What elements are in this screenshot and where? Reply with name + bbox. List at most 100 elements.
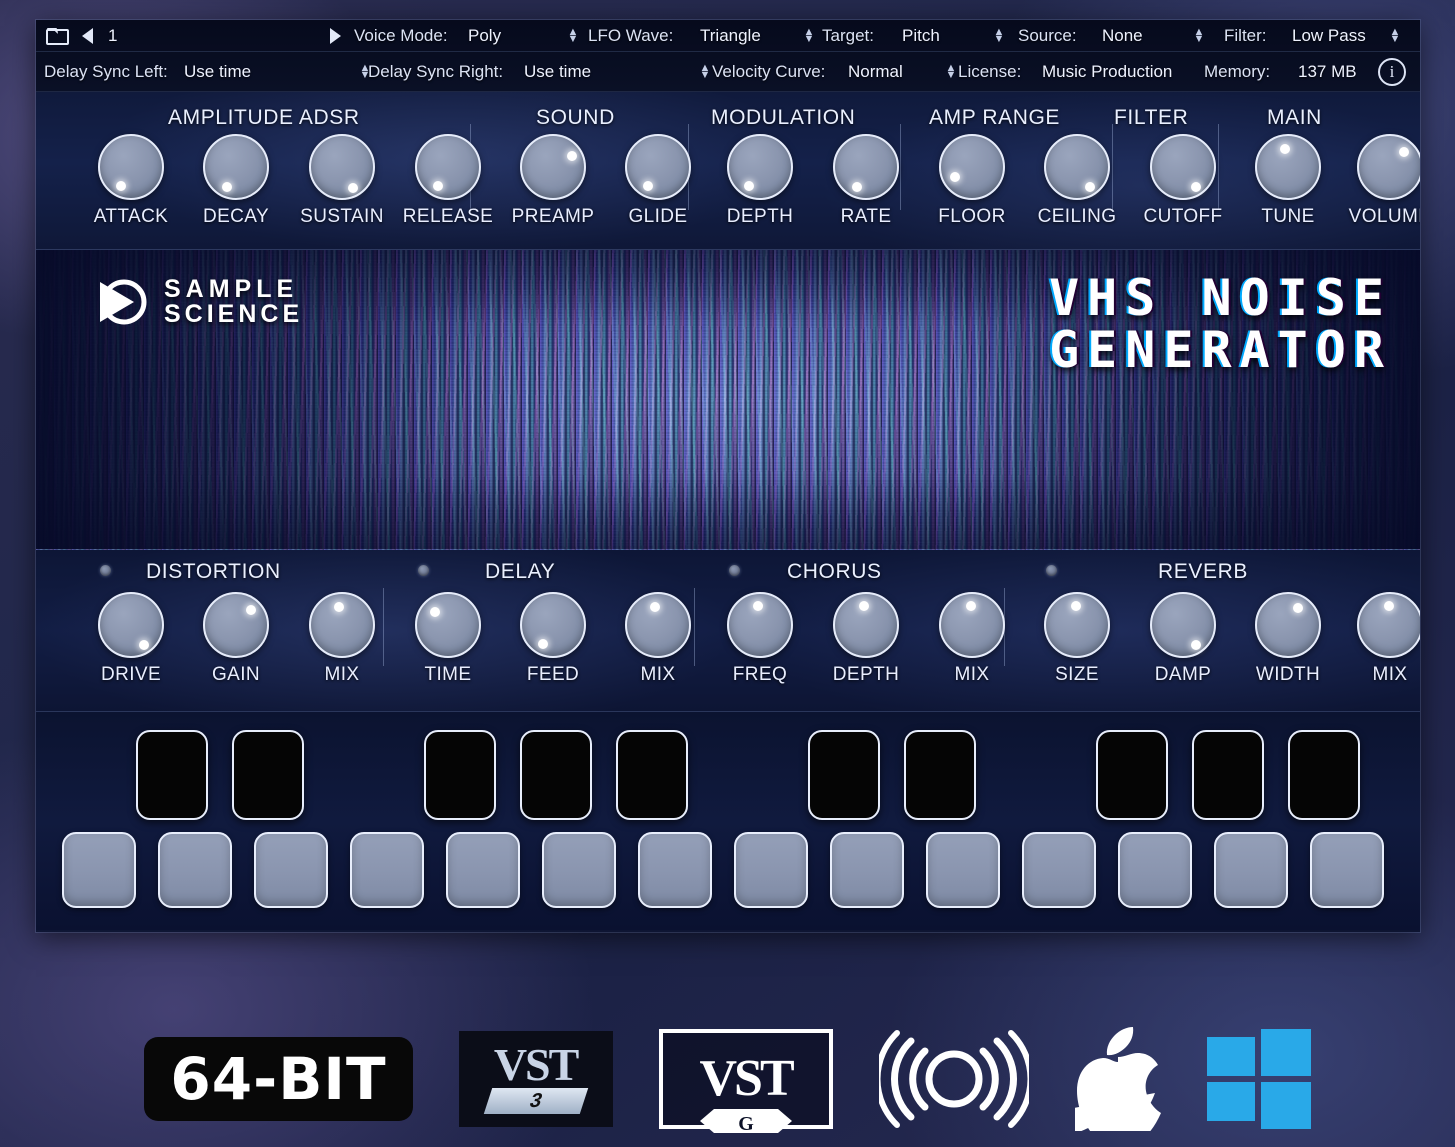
black-key[interactable] [1192, 730, 1264, 820]
knob-release-3[interactable]: RELEASE [403, 134, 493, 227]
knob-ceiling-9[interactable]: CEILING [1038, 134, 1116, 227]
filter-value[interactable]: Low Pass [1292, 26, 1366, 46]
chorus-enable-led[interactable] [729, 565, 740, 576]
black-key[interactable] [1096, 730, 1168, 820]
black-key[interactable] [808, 730, 880, 820]
delay-sync-right-spinner[interactable]: ▲ ▼ [698, 62, 712, 80]
knob-dial[interactable] [1357, 134, 1420, 200]
knob-dial[interactable] [98, 134, 164, 200]
knob-decay-1[interactable]: DECAY [203, 134, 269, 227]
velocity-curve-value[interactable]: Normal [848, 62, 903, 82]
knob-dial[interactable] [203, 134, 269, 200]
fx-knob-mix-8[interactable]: MIX [939, 592, 1005, 685]
black-key[interactable] [232, 730, 304, 820]
white-key[interactable] [926, 832, 1000, 908]
velocity-curve-spinner[interactable]: ▲ ▼ [944, 62, 958, 80]
white-key[interactable] [254, 832, 328, 908]
knob-dial[interactable] [727, 134, 793, 200]
knob-dial[interactable] [520, 134, 586, 200]
info-icon[interactable]: i [1378, 57, 1406, 86]
fx-knob-feed-4[interactable]: FEED [520, 592, 586, 685]
knob-dial[interactable] [520, 592, 586, 658]
knob-dial[interactable] [833, 134, 899, 200]
knob-dial[interactable] [415, 592, 481, 658]
fx-knob-damp-10[interactable]: DAMP [1150, 592, 1216, 685]
knob-preamp-4[interactable]: PREAMP [512, 134, 594, 227]
fx-knob-gain-1[interactable]: GAIN [203, 592, 269, 685]
knob-rate-7[interactable]: RATE [833, 134, 899, 227]
white-key[interactable] [1310, 832, 1384, 908]
preset-number[interactable]: 1 [108, 26, 117, 46]
distortion-enable-led[interactable] [100, 565, 111, 576]
white-key[interactable] [830, 832, 904, 908]
white-key[interactable] [542, 832, 616, 908]
knob-dial[interactable] [1150, 134, 1216, 200]
knob-dial[interactable] [1255, 592, 1321, 658]
black-key[interactable] [520, 730, 592, 820]
reverb-enable-led[interactable] [1046, 565, 1057, 576]
lfo-wave-value[interactable]: Triangle [700, 26, 761, 46]
fx-knob-depth-7[interactable]: DEPTH [833, 592, 899, 685]
knob-dial[interactable] [415, 134, 481, 200]
white-key[interactable] [638, 832, 712, 908]
knob-dial[interactable] [939, 592, 1005, 658]
knob-cutoff-10[interactable]: CUTOFF [1143, 134, 1222, 227]
lfo-wave-spinner[interactable]: ▲ ▼ [802, 26, 816, 44]
delay-enable-led[interactable] [418, 565, 429, 576]
black-key[interactable] [904, 730, 976, 820]
knob-dial[interactable] [98, 592, 164, 658]
black-key[interactable] [136, 730, 208, 820]
folder-icon[interactable] [46, 27, 70, 45]
knob-depth-6[interactable]: DEPTH [727, 134, 793, 227]
knob-dial[interactable] [939, 134, 1005, 200]
white-key[interactable] [734, 832, 808, 908]
white-key[interactable] [350, 832, 424, 908]
fx-knob-mix-5[interactable]: MIX [625, 592, 691, 685]
white-key[interactable] [446, 832, 520, 908]
knob-dial[interactable] [309, 134, 375, 200]
knob-dial[interactable] [1357, 592, 1420, 658]
knob-dial[interactable] [1044, 134, 1110, 200]
delay-sync-left-value[interactable]: Use time [184, 62, 251, 82]
knob-dial[interactable] [1044, 592, 1110, 658]
black-key[interactable] [424, 730, 496, 820]
knob-glide-5[interactable]: GLIDE [625, 134, 691, 227]
white-key[interactable] [1214, 832, 1288, 908]
knob-tune-11[interactable]: TUNE [1255, 134, 1321, 227]
source-spinner[interactable]: ▲ ▼ [1192, 26, 1206, 44]
fx-knob-width-11[interactable]: WIDTH [1255, 592, 1321, 685]
voice-mode-value[interactable]: Poly [468, 26, 501, 46]
fx-knob-mix-12[interactable]: MIX [1357, 592, 1420, 685]
target-value[interactable]: Pitch [902, 26, 940, 46]
knob-dial[interactable] [625, 134, 691, 200]
knob-attack-0[interactable]: ATTACK [94, 134, 168, 227]
knob-sustain-2[interactable]: SUSTAIN [300, 134, 383, 227]
filter-spinner[interactable]: ▲ ▼ [1388, 26, 1402, 44]
fx-knob-mix-2[interactable]: MIX [309, 592, 375, 685]
white-key[interactable] [62, 832, 136, 908]
knob-volume-12[interactable]: VOLUME [1349, 134, 1420, 227]
black-key[interactable] [1288, 730, 1360, 820]
black-key[interactable] [616, 730, 688, 820]
knob-dial[interactable] [727, 592, 793, 658]
knob-dial[interactable] [833, 592, 899, 658]
source-value[interactable]: None [1102, 26, 1143, 46]
white-key[interactable] [1022, 832, 1096, 908]
fx-knob-size-9[interactable]: SIZE [1044, 592, 1110, 685]
fx-knob-freq-6[interactable]: FREQ [727, 592, 793, 685]
white-key[interactable] [1118, 832, 1192, 908]
knob-dial[interactable] [203, 592, 269, 658]
prev-preset-button[interactable] [82, 27, 93, 44]
knob-dial[interactable] [1150, 592, 1216, 658]
delay-sync-right-value[interactable]: Use time [524, 62, 591, 82]
fx-knob-drive-0[interactable]: DRIVE [98, 592, 164, 685]
next-preset-button[interactable] [330, 27, 341, 44]
knob-floor-8[interactable]: FLOOR [938, 134, 1005, 227]
knob-dial[interactable] [625, 592, 691, 658]
white-key[interactable] [158, 832, 232, 908]
voice-mode-spinner[interactable]: ▲ ▼ [566, 26, 580, 44]
knob-dial[interactable] [309, 592, 375, 658]
fx-knob-time-3[interactable]: TIME [415, 592, 481, 685]
target-spinner[interactable]: ▲ ▼ [992, 26, 1006, 44]
knob-dial[interactable] [1255, 134, 1321, 200]
